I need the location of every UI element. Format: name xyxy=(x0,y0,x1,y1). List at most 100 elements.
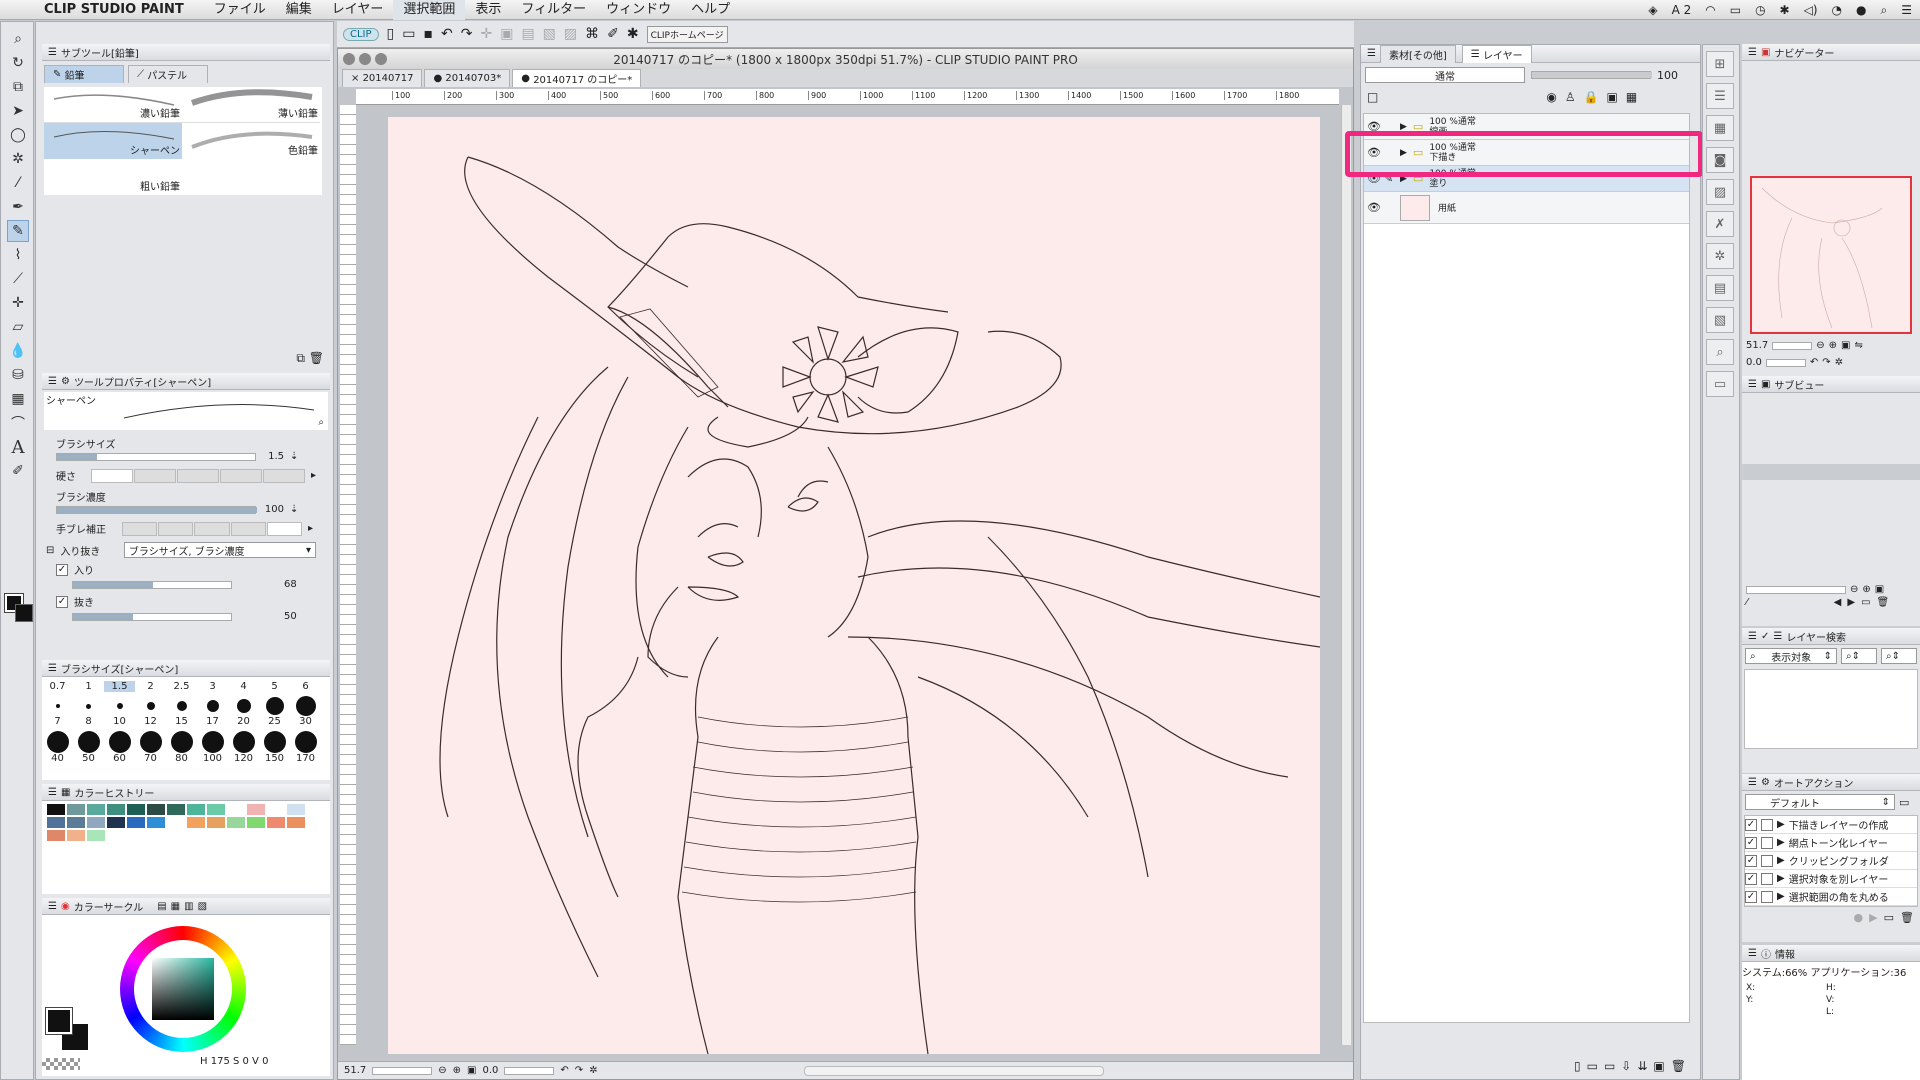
balloon-tool-icon[interactable]: ✐ xyxy=(7,460,29,482)
expand-icon[interactable]: ▶ xyxy=(1400,122,1407,132)
volume-icon[interactable]: ◁) xyxy=(1804,3,1818,17)
checkbox[interactable] xyxy=(1761,890,1773,903)
brush-size-cell[interactable]: 80 xyxy=(166,753,197,764)
fit-icon[interactable]: ▣ xyxy=(1875,584,1884,595)
navigator-zoom-value[interactable]: 51.7 xyxy=(1746,340,1768,351)
opacity-slider[interactable] xyxy=(1531,71,1652,79)
intermediate-color-tab-icon[interactable]: ▥ xyxy=(184,901,193,912)
rotate-left-icon[interactable]: ↶ xyxy=(560,1065,568,1076)
time-machine-icon[interactable]: ◷ xyxy=(1755,3,1765,17)
opacity-value[interactable]: 100 xyxy=(1657,69,1678,82)
mask-icon[interactable]: ▦ xyxy=(1626,90,1637,104)
brush-size-cell[interactable]: 2.5 xyxy=(166,681,197,692)
rotate-left-icon[interactable]: ↶ xyxy=(1810,357,1818,368)
brush-size-cell[interactable]: 3 xyxy=(197,681,228,692)
deselect-icon[interactable]: ▧ xyxy=(543,26,556,42)
brush-size-cell[interactable]: 1 xyxy=(73,681,104,692)
tab-pastel[interactable]: ⟋ パステル xyxy=(128,65,208,83)
zoom-icon[interactable]: ⌕ xyxy=(318,417,324,428)
combine-icon[interactable]: ⇊ xyxy=(1637,1059,1647,1073)
new-icon[interactable]: ▯ xyxy=(387,26,395,42)
auto-action-item[interactable]: ✓ ▶ 下描きレイヤーの作成 xyxy=(1745,816,1917,834)
zoom-slider[interactable] xyxy=(372,1066,433,1075)
blend-mode-select[interactable]: 通常 xyxy=(1365,67,1525,83)
layer-color-icon[interactable]: □ xyxy=(1367,90,1378,104)
taper-in-slider[interactable] xyxy=(72,580,232,589)
fit-icon[interactable]: ▣ xyxy=(467,1065,476,1076)
lock-icon[interactable]: 🔒 xyxy=(1584,90,1599,104)
color-swatch[interactable] xyxy=(86,829,106,842)
brush-size-cell[interactable]: 10 xyxy=(104,716,135,727)
saturation-value-square[interactable] xyxy=(152,958,214,1020)
menu-icon[interactable]: ☰ xyxy=(48,901,57,912)
zoom-out-icon[interactable]: ⊖ xyxy=(438,1065,446,1076)
notification-icon[interactable]: ☰ xyxy=(1901,3,1912,17)
brush-size-cell[interactable]: 50 xyxy=(73,753,104,764)
trash-icon[interactable]: 🗑 xyxy=(309,351,324,365)
pencil-tool-icon[interactable]: ✎ xyxy=(7,220,29,242)
taper-out-checkbox[interactable]: ✓ xyxy=(56,595,68,608)
color-swatch[interactable] xyxy=(246,816,266,829)
brush-size-cell[interactable]: 8 xyxy=(73,716,104,727)
play-icon[interactable]: ● xyxy=(1854,911,1864,924)
layer-search-filter[interactable]: ⌕ 表示対象 ⇕ xyxy=(1745,648,1837,664)
brush-light-pencil[interactable]: 薄い鉛筆 xyxy=(182,87,320,123)
tab-layer[interactable]: ☰ レイヤー xyxy=(1461,44,1532,63)
strip-tone-icon[interactable]: ✲ xyxy=(1706,243,1734,269)
zoom-value[interactable]: 51.7 xyxy=(344,1065,366,1076)
color-swatch[interactable] xyxy=(66,816,86,829)
strip-search-icon[interactable]: ⌕ xyxy=(1706,339,1734,365)
clock-icon[interactable]: ◔ xyxy=(1832,3,1842,17)
checkbox[interactable]: ✓ xyxy=(1745,890,1757,903)
approx-color-tab-icon[interactable]: ▧ xyxy=(198,901,207,912)
pressure-icon[interactable]: ⇣ xyxy=(290,504,298,515)
fill-tool-icon[interactable]: ⛁ xyxy=(7,364,29,386)
menu-icon[interactable]: ☰ xyxy=(48,376,57,387)
checkbox[interactable] xyxy=(1761,872,1773,885)
horizontal-scrollbar[interactable] xyxy=(803,1065,1104,1076)
brush-size-cell[interactable]: 6 xyxy=(290,681,321,692)
color-swatch[interactable] xyxy=(146,816,166,829)
auto-action-set-select[interactable]: デフォルト ⇕ xyxy=(1745,794,1895,810)
density-value[interactable]: 100 xyxy=(262,504,284,515)
stabilization-slider[interactable] xyxy=(122,521,303,536)
menu-icon[interactable]: ☰ xyxy=(1367,48,1376,59)
clear-icon[interactable]: ✛ xyxy=(480,26,492,42)
menu-icon[interactable]: ☰ xyxy=(1748,379,1757,390)
vertical-scrollbar[interactable] xyxy=(1341,105,1351,1045)
color-swatch[interactable] xyxy=(146,803,166,816)
clip-home-button[interactable]: CLIPホームページ xyxy=(646,25,728,43)
canvas-paper[interactable] xyxy=(388,117,1320,1054)
layer-search-option[interactable]: ⌕⇕ xyxy=(1881,648,1917,664)
zoom-in-icon[interactable]: ⊕ xyxy=(1829,340,1837,351)
trash-icon[interactable]: 🗑 xyxy=(1877,597,1890,608)
color-swatch[interactable] xyxy=(266,816,286,829)
new-folder-icon[interactable]: ▭ xyxy=(1604,1059,1615,1073)
auto-action-menu-icon[interactable]: ▭ xyxy=(1899,796,1909,809)
trash-icon[interactable]: 🗑 xyxy=(1900,911,1914,924)
color-set-tab-icon[interactable]: ▦ xyxy=(171,901,180,912)
navigator-rotate-slider[interactable] xyxy=(1765,358,1806,367)
brush-size-cell[interactable]: 70 xyxy=(135,753,166,764)
app-name[interactable]: CLIP STUDIO PAINT xyxy=(44,2,184,17)
vertical-ruler[interactable] xyxy=(340,105,356,1045)
color-swatch[interactable] xyxy=(186,816,206,829)
brush-size-cell[interactable]: 17 xyxy=(197,716,228,727)
color-swatch[interactable] xyxy=(286,816,306,829)
rotation-value[interactable]: 0.0 xyxy=(483,1065,499,1076)
rotate-right-icon[interactable]: ↷ xyxy=(575,1065,583,1076)
brush-size-cell[interactable]: 12 xyxy=(135,716,166,727)
navigator-thumbnail[interactable] xyxy=(1750,176,1912,334)
brush-size-cell[interactable]: 150 xyxy=(259,753,290,764)
pen-tool-icon[interactable]: ✒ xyxy=(7,196,29,218)
redo-icon[interactable]: ↷ xyxy=(461,26,473,42)
arrow-right-icon[interactable]: ▸ xyxy=(308,523,313,534)
main-color-swatch[interactable] xyxy=(45,1007,73,1035)
color-swatch[interactable] xyxy=(46,829,66,842)
duplicate-icon[interactable]: ⧉ xyxy=(296,351,305,365)
menu-selection[interactable]: 選択範囲 xyxy=(393,0,466,20)
color-swatch[interactable] xyxy=(206,816,226,829)
zoom-in-icon[interactable]: ⊕ xyxy=(1862,584,1870,595)
taper-in-checkbox[interactable]: ✓ xyxy=(56,563,68,576)
new-vector-layer-icon[interactable]: ▭ xyxy=(1587,1059,1598,1073)
